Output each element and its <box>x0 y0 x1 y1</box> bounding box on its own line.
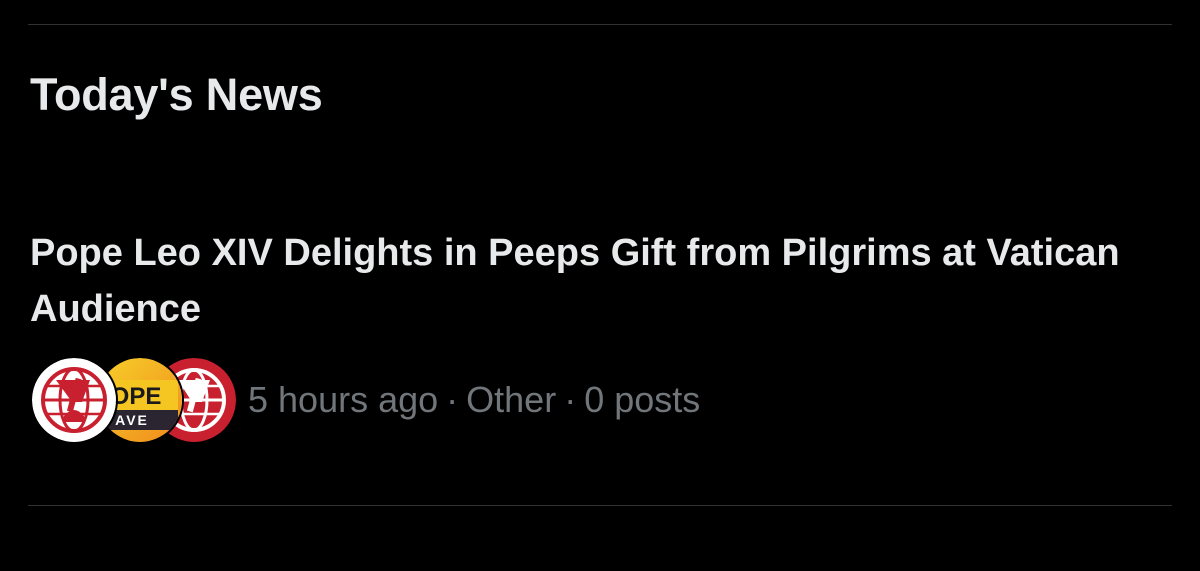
pope-wave-bottom-text: AVE <box>115 412 149 428</box>
news-post-count: 0 posts <box>584 379 701 420</box>
bottom-divider <box>28 505 1172 506</box>
cross-globe-logo-white-icon <box>30 356 118 444</box>
pope-wave-top-text: OPE <box>111 383 162 410</box>
news-item[interactable]: Pope Leo XIV Delights in Peeps Gift from… <box>0 200 1200 490</box>
news-time: 5 hours ago <box>248 379 439 420</box>
top-divider <box>28 24 1172 25</box>
source-avatars: OPE AVE <box>30 356 238 444</box>
news-category: Other <box>466 379 557 420</box>
news-meta: 5 hours ago · Other · 0 posts <box>248 356 700 444</box>
news-headline[interactable]: Pope Leo XIV Delights in Peeps Gift from… <box>30 225 1150 337</box>
news-meta-row: OPE AVE 5 hours ago · Other · 0 posts <box>30 356 700 444</box>
section-title: Today's News <box>30 69 323 120</box>
meta-separator: · <box>446 379 459 420</box>
meta-separator: · <box>564 379 577 420</box>
